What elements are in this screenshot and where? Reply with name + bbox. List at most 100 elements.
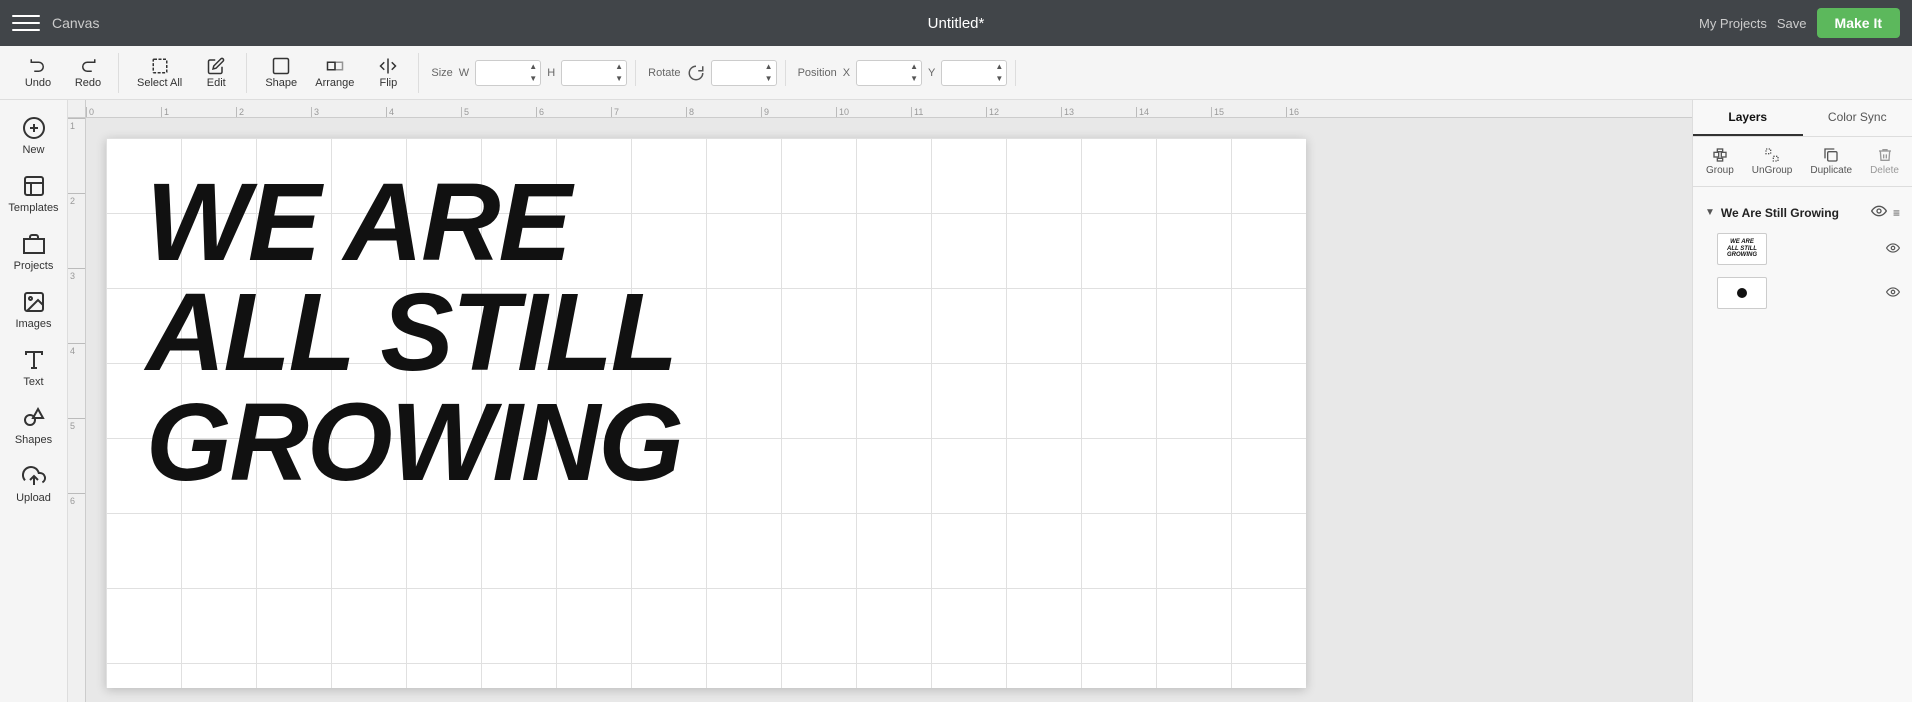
new-icon bbox=[22, 116, 46, 140]
canvas-text-line3: GROWING bbox=[146, 388, 682, 498]
edit-button[interactable]: Edit bbox=[192, 53, 240, 93]
w-up[interactable]: ▲ bbox=[526, 61, 540, 73]
canvas-text-line2: ALL STILL bbox=[146, 278, 682, 388]
h-down[interactable]: ▼ bbox=[612, 73, 626, 85]
layer-group-we-are-still-growing: ▼ We Are Still Growing ≡ WE AREALL STILL… bbox=[1699, 199, 1906, 314]
document-title: Untitled* bbox=[928, 15, 985, 32]
sidebar-item-images[interactable]: Images bbox=[4, 282, 64, 338]
y-input[interactable] bbox=[942, 66, 992, 80]
eye-icon-item bbox=[1886, 241, 1900, 255]
x-down[interactable]: ▼ bbox=[907, 73, 921, 85]
left-sidebar: New Templates Projects Images Text Shape… bbox=[0, 100, 68, 702]
group-button[interactable]: Group bbox=[1700, 143, 1740, 180]
layer-item-circle[interactable] bbox=[1699, 272, 1906, 314]
toolbar-position-group: Position X ▲ ▼ Y ▲ ▼ bbox=[790, 60, 1017, 86]
right-panel: Layers Color Sync Group UnGroup Duplicat… bbox=[1692, 100, 1912, 702]
layer-group-menu-button[interactable]: ≡ bbox=[1893, 206, 1900, 220]
arrange-button[interactable]: Arrange bbox=[307, 53, 362, 93]
ruler-left-mark-5: 5 bbox=[68, 418, 85, 493]
ruler-left-mark-4: 4 bbox=[68, 343, 85, 418]
toolbar-history-group: Undo Redo bbox=[8, 53, 119, 93]
layer-thumbnail-circle bbox=[1717, 277, 1767, 309]
rotate-up[interactable]: ▲ bbox=[762, 61, 776, 73]
ruler-mark-11: 11 bbox=[911, 107, 986, 117]
layer-thumb-circle-shape bbox=[1737, 288, 1747, 298]
sidebar-item-images-label: Images bbox=[15, 318, 51, 330]
select-all-button[interactable]: Select All bbox=[129, 53, 190, 93]
ungroup-button[interactable]: UnGroup bbox=[1746, 143, 1799, 180]
delete-button[interactable]: Delete bbox=[1864, 143, 1905, 180]
canvas-viewport[interactable]: WE ARE ALL STILL GROWING bbox=[86, 118, 1692, 702]
sidebar-item-projects[interactable]: Projects bbox=[4, 224, 64, 280]
sidebar-item-templates[interactable]: Templates bbox=[4, 166, 64, 222]
sidebar-item-text[interactable]: Text bbox=[4, 340, 64, 396]
layer-item-circle-eye-button[interactable] bbox=[1886, 285, 1900, 302]
duplicate-button[interactable]: Duplicate bbox=[1804, 143, 1858, 180]
h-up[interactable]: ▲ bbox=[612, 61, 626, 73]
layers-panel: ▼ We Are Still Growing ≡ WE AREALL STILL… bbox=[1693, 187, 1912, 702]
flip-button[interactable]: Flip bbox=[364, 53, 412, 93]
x-label: X bbox=[843, 67, 850, 79]
ruler-mark-0: 0 bbox=[86, 107, 161, 117]
layer-item-eye-button[interactable] bbox=[1886, 241, 1900, 258]
layers-actions: Group UnGroup Duplicate Delete bbox=[1693, 137, 1912, 187]
h-input[interactable] bbox=[562, 66, 612, 80]
w-input[interactable] bbox=[476, 66, 526, 80]
ruler-left-mark-6: 6 bbox=[68, 493, 85, 568]
tab-layers[interactable]: Layers bbox=[1693, 100, 1803, 136]
layer-group-header[interactable]: ▼ We Are Still Growing ≡ bbox=[1699, 199, 1906, 226]
canvas-text-line1: WE ARE bbox=[146, 168, 682, 278]
w-down[interactable]: ▼ bbox=[526, 73, 540, 85]
rotate-input[interactable] bbox=[712, 66, 762, 80]
my-projects-button[interactable]: My Projects bbox=[1699, 16, 1767, 31]
layer-item-text[interactable]: WE AREALL STILLGROWING bbox=[1699, 228, 1906, 270]
ruler-mark-6: 6 bbox=[536, 107, 611, 117]
layer-chevron-icon: ▼ bbox=[1705, 207, 1715, 218]
toolbar-size-group: Size W ▲ ▼ H ▲ ▼ bbox=[423, 60, 636, 86]
x-input[interactable] bbox=[857, 66, 907, 80]
ruler-corner bbox=[68, 100, 86, 118]
y-down[interactable]: ▼ bbox=[992, 73, 1006, 85]
canvas-body: 1 2 3 4 5 6 WE ARE ALL STILL GROWING bbox=[68, 118, 1692, 702]
ruler-mark-10: 10 bbox=[836, 107, 911, 117]
ruler-mark-15: 15 bbox=[1211, 107, 1286, 117]
sidebar-item-new-label: New bbox=[22, 144, 44, 156]
ruler-mark-1: 1 bbox=[161, 107, 236, 117]
undo-button[interactable]: Undo bbox=[14, 53, 62, 93]
save-button[interactable]: Save bbox=[1777, 16, 1807, 31]
ruler-mark-13: 13 bbox=[1061, 107, 1136, 117]
right-tabs: Layers Color Sync bbox=[1693, 100, 1912, 137]
header-right: My Projects Save Make It bbox=[1699, 8, 1900, 38]
layer-group-eye-button[interactable] bbox=[1871, 203, 1887, 222]
sidebar-item-upload[interactable]: Upload bbox=[4, 456, 64, 512]
h-spinner: ▲ ▼ bbox=[612, 61, 626, 85]
toolbar-shape-group: Shape Arrange Flip bbox=[251, 53, 419, 93]
sidebar-item-new[interactable]: New bbox=[4, 108, 64, 164]
rotate-spinner: ▲ ▼ bbox=[762, 61, 776, 85]
tab-color-sync[interactable]: Color Sync bbox=[1803, 100, 1912, 136]
sidebar-item-shapes-label: Shapes bbox=[15, 434, 52, 446]
ruler-mark-7: 7 bbox=[611, 107, 686, 117]
y-spinner: ▲ ▼ bbox=[992, 61, 1006, 85]
x-up[interactable]: ▲ bbox=[907, 61, 921, 73]
sidebar-item-shapes[interactable]: Shapes bbox=[4, 398, 64, 454]
sidebar-item-projects-label: Projects bbox=[14, 260, 54, 272]
h-label: H bbox=[547, 67, 555, 79]
text-icon bbox=[22, 348, 46, 372]
rotate-down[interactable]: ▼ bbox=[762, 73, 776, 85]
toolbar: Undo Redo Select All Edit Shape Arrange … bbox=[0, 46, 1912, 100]
header: Canvas Untitled* My Projects Save Make I… bbox=[0, 0, 1912, 46]
make-it-button[interactable]: Make It bbox=[1817, 8, 1900, 38]
menu-button[interactable] bbox=[12, 9, 40, 37]
group-icon bbox=[1712, 147, 1728, 163]
redo-button[interactable]: Redo bbox=[64, 53, 112, 93]
layer-thumbnail-text: WE AREALL STILLGROWING bbox=[1717, 233, 1767, 265]
main-area: New Templates Projects Images Text Shape… bbox=[0, 100, 1912, 702]
x-input-wrap: ▲ ▼ bbox=[856, 60, 922, 86]
ruler-mark-12: 12 bbox=[986, 107, 1061, 117]
y-up[interactable]: ▲ bbox=[992, 61, 1006, 73]
ruler-left-mark-3: 3 bbox=[68, 268, 85, 343]
shape-button[interactable]: Shape bbox=[257, 53, 305, 93]
canvas-content: WE ARE ALL STILL GROWING bbox=[106, 138, 1306, 688]
sidebar-item-upload-label: Upload bbox=[16, 492, 51, 504]
